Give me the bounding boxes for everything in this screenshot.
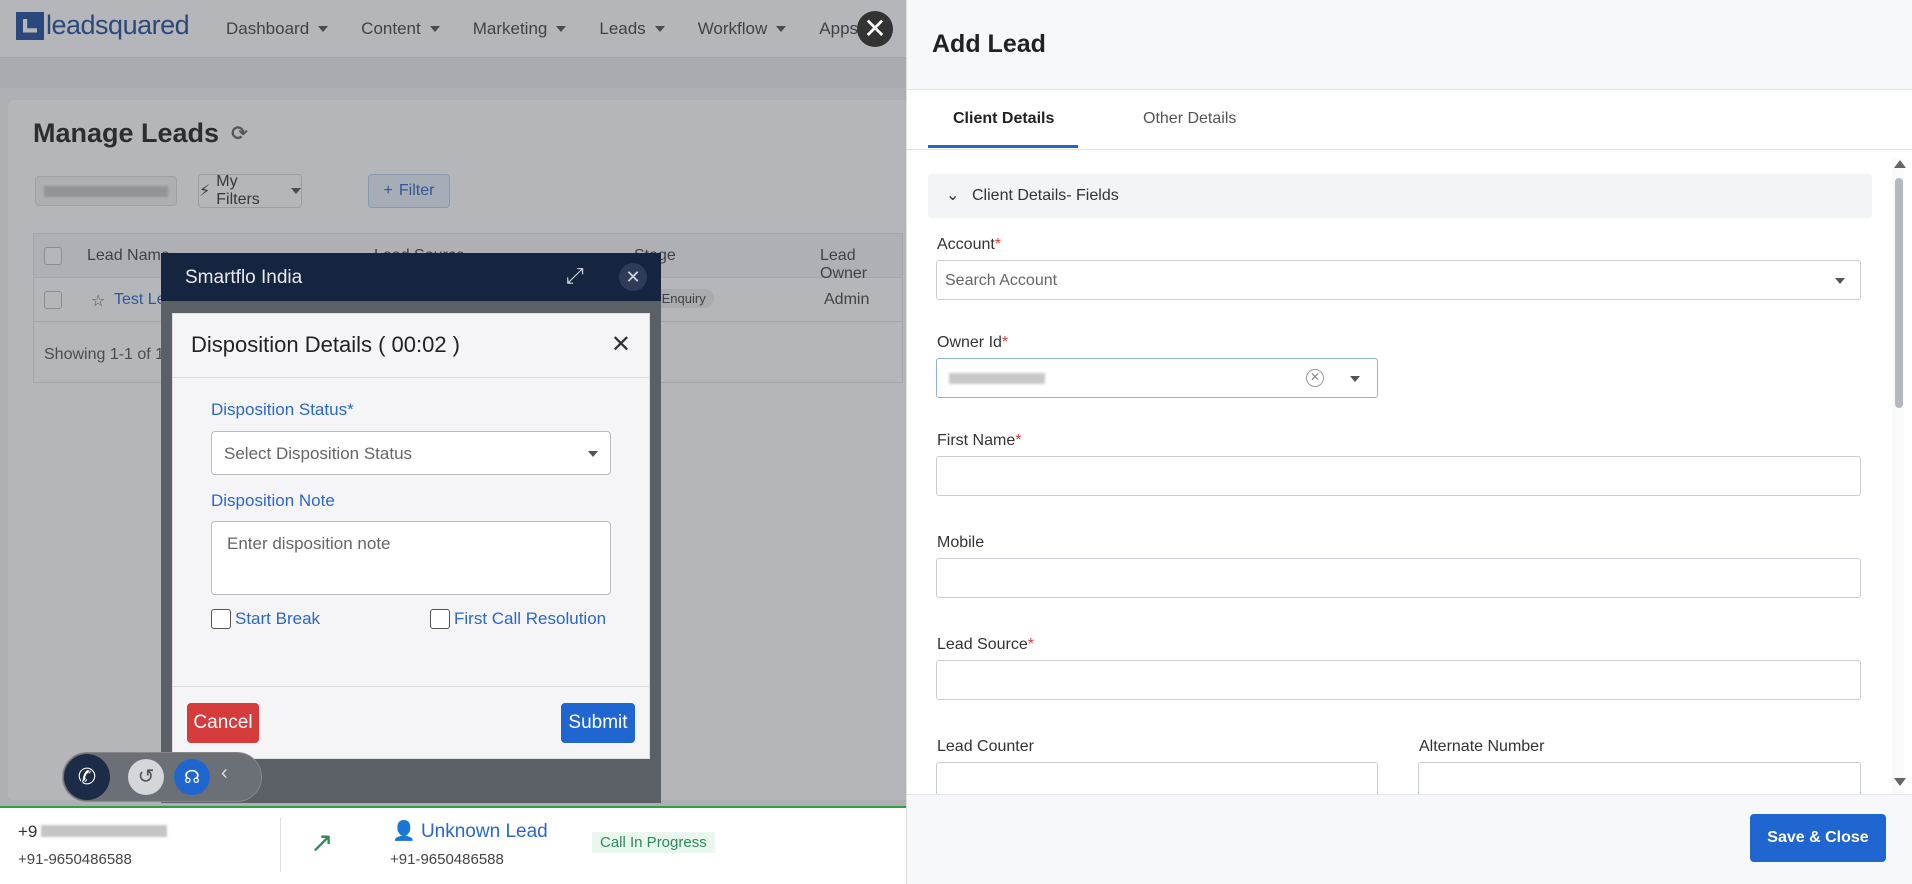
required-mark: * xyxy=(994,236,1002,253)
dialog-header: Disposition Details ( 00:02 ) ✕ xyxy=(173,314,649,378)
chevron-left-icon[interactable]: ‹ xyxy=(221,762,228,785)
label-text: Account xyxy=(937,236,995,253)
redacted-text xyxy=(41,825,168,837)
note-placeholder: Enter disposition note xyxy=(227,534,391,553)
close-panel-icon[interactable]: ✕ xyxy=(857,11,893,47)
owner-id-select[interactable]: ✕ xyxy=(936,358,1378,398)
dialog-divider xyxy=(173,686,649,687)
alternate-number-label: Alternate Number xyxy=(1419,738,1545,755)
add-lead-panel: Add Lead Client Details Other Details ⌄ … xyxy=(906,0,1912,884)
call-status-badge: Call In Progress xyxy=(592,832,715,853)
unknown-lead-link[interactable]: 👤 Unknown Lead xyxy=(392,819,548,843)
label-text: First Name xyxy=(937,432,1016,449)
number-prefix: +9 xyxy=(18,822,38,841)
disposition-status-select[interactable]: Select Disposition Status xyxy=(211,431,611,475)
close-icon[interactable]: ✕ xyxy=(619,263,647,291)
owner-id-label: Owner Id* xyxy=(937,334,1008,352)
account-label: Account* xyxy=(937,236,1001,254)
client-details-section-header[interactable]: ⌄ Client Details- Fields xyxy=(928,174,1872,218)
start-break-label: Start Break xyxy=(235,609,321,628)
disposition-status-label: Disposition Status* xyxy=(211,400,354,419)
required-mark: * xyxy=(1015,432,1022,449)
clear-icon[interactable]: ✕ xyxy=(1306,369,1324,387)
dialog-title: Disposition Details ( 00:02 ) xyxy=(191,332,461,357)
divider xyxy=(280,818,281,872)
outgoing-call-icon: ↗ xyxy=(310,827,334,858)
lead-number: +91-9650486588 xyxy=(390,851,504,868)
fcr-label: First Call Resolution xyxy=(454,609,607,628)
caller-number: +91-9650486588 xyxy=(18,851,132,868)
disposition-note-input[interactable]: Enter disposition note xyxy=(211,521,611,595)
scroll-down-arrow-icon[interactable] xyxy=(1894,778,1906,786)
tab-client-details[interactable]: Client Details xyxy=(953,110,1054,128)
required-mark: * xyxy=(1027,636,1034,653)
app-window: leadsquared Dashboard Content Marketing … xyxy=(0,0,1912,884)
caret-down-icon xyxy=(588,451,598,457)
checkbox-icon xyxy=(430,609,450,629)
select-placeholder: Select Disposition Status xyxy=(224,444,413,463)
scroll-up-arrow-icon[interactable] xyxy=(1894,160,1906,168)
caller-number-redacted: +9 xyxy=(18,822,168,842)
account-search-input[interactable]: Search Account xyxy=(936,260,1861,300)
lead-label: Unknown Lead xyxy=(420,821,548,842)
first-call-resolution-checkbox[interactable]: First Call Resolution xyxy=(430,609,606,629)
mobile-label: Mobile xyxy=(937,534,985,551)
label-text: Owner Id xyxy=(937,334,1002,351)
save-close-button[interactable]: Save & Close xyxy=(1750,814,1886,862)
start-break-checkbox[interactable]: Start Break xyxy=(211,609,320,629)
tab-other-details[interactable]: Other Details xyxy=(1143,110,1236,128)
active-tab-indicator xyxy=(928,145,1078,148)
input-placeholder: Search Account xyxy=(945,272,1058,289)
call-bar xyxy=(0,806,906,884)
lead-source-label: Lead Source* xyxy=(937,636,1034,654)
phone-icon[interactable]: ✆ xyxy=(64,754,110,800)
first-name-input[interactable] xyxy=(936,456,1861,496)
headset-icon[interactable]: ☊ xyxy=(174,759,210,795)
section-title: Client Details- Fields xyxy=(972,187,1119,204)
alternate-number-input[interactable] xyxy=(1418,762,1861,794)
disposition-note-label: Disposition Note xyxy=(211,491,335,510)
history-icon[interactable]: ↺ xyxy=(128,759,164,795)
smartflo-title: Smartflo India xyxy=(185,267,303,288)
caret-down-icon xyxy=(1835,278,1845,284)
cancel-button[interactable]: Cancel xyxy=(187,703,259,743)
disposition-dialog: Disposition Details ( 00:02 ) ✕ Disposit… xyxy=(172,313,650,759)
lead-source-input[interactable] xyxy=(936,660,1861,700)
panel-title: Add Lead xyxy=(932,30,1046,58)
user-icon: 👤 xyxy=(392,821,416,842)
required-mark: * xyxy=(1001,334,1009,351)
redacted-text xyxy=(949,373,1045,384)
scrollbar-thumb[interactable] xyxy=(1895,178,1903,408)
close-icon[interactable]: ✕ xyxy=(611,330,631,359)
checkbox-icon xyxy=(211,609,231,629)
submit-button[interactable]: Submit xyxy=(561,703,635,743)
mobile-input[interactable] xyxy=(936,558,1861,598)
lead-counter-label: Lead Counter xyxy=(937,738,1034,755)
smartflo-header: Smartflo India ⤢ ✕ xyxy=(161,253,661,301)
save-close-label: Save & Close xyxy=(1767,829,1869,846)
label-text: Lead Source xyxy=(937,636,1028,653)
panel-header: Add Lead xyxy=(907,0,1912,90)
expand-icon[interactable]: ⤢ xyxy=(566,263,584,289)
panel-tabs: Client Details Other Details xyxy=(907,90,1912,150)
lead-counter-input[interactable] xyxy=(936,762,1378,794)
caret-down-icon xyxy=(1350,376,1360,382)
first-name-label: First Name* xyxy=(937,432,1021,450)
chevron-down-icon: ⌄ xyxy=(946,187,960,204)
